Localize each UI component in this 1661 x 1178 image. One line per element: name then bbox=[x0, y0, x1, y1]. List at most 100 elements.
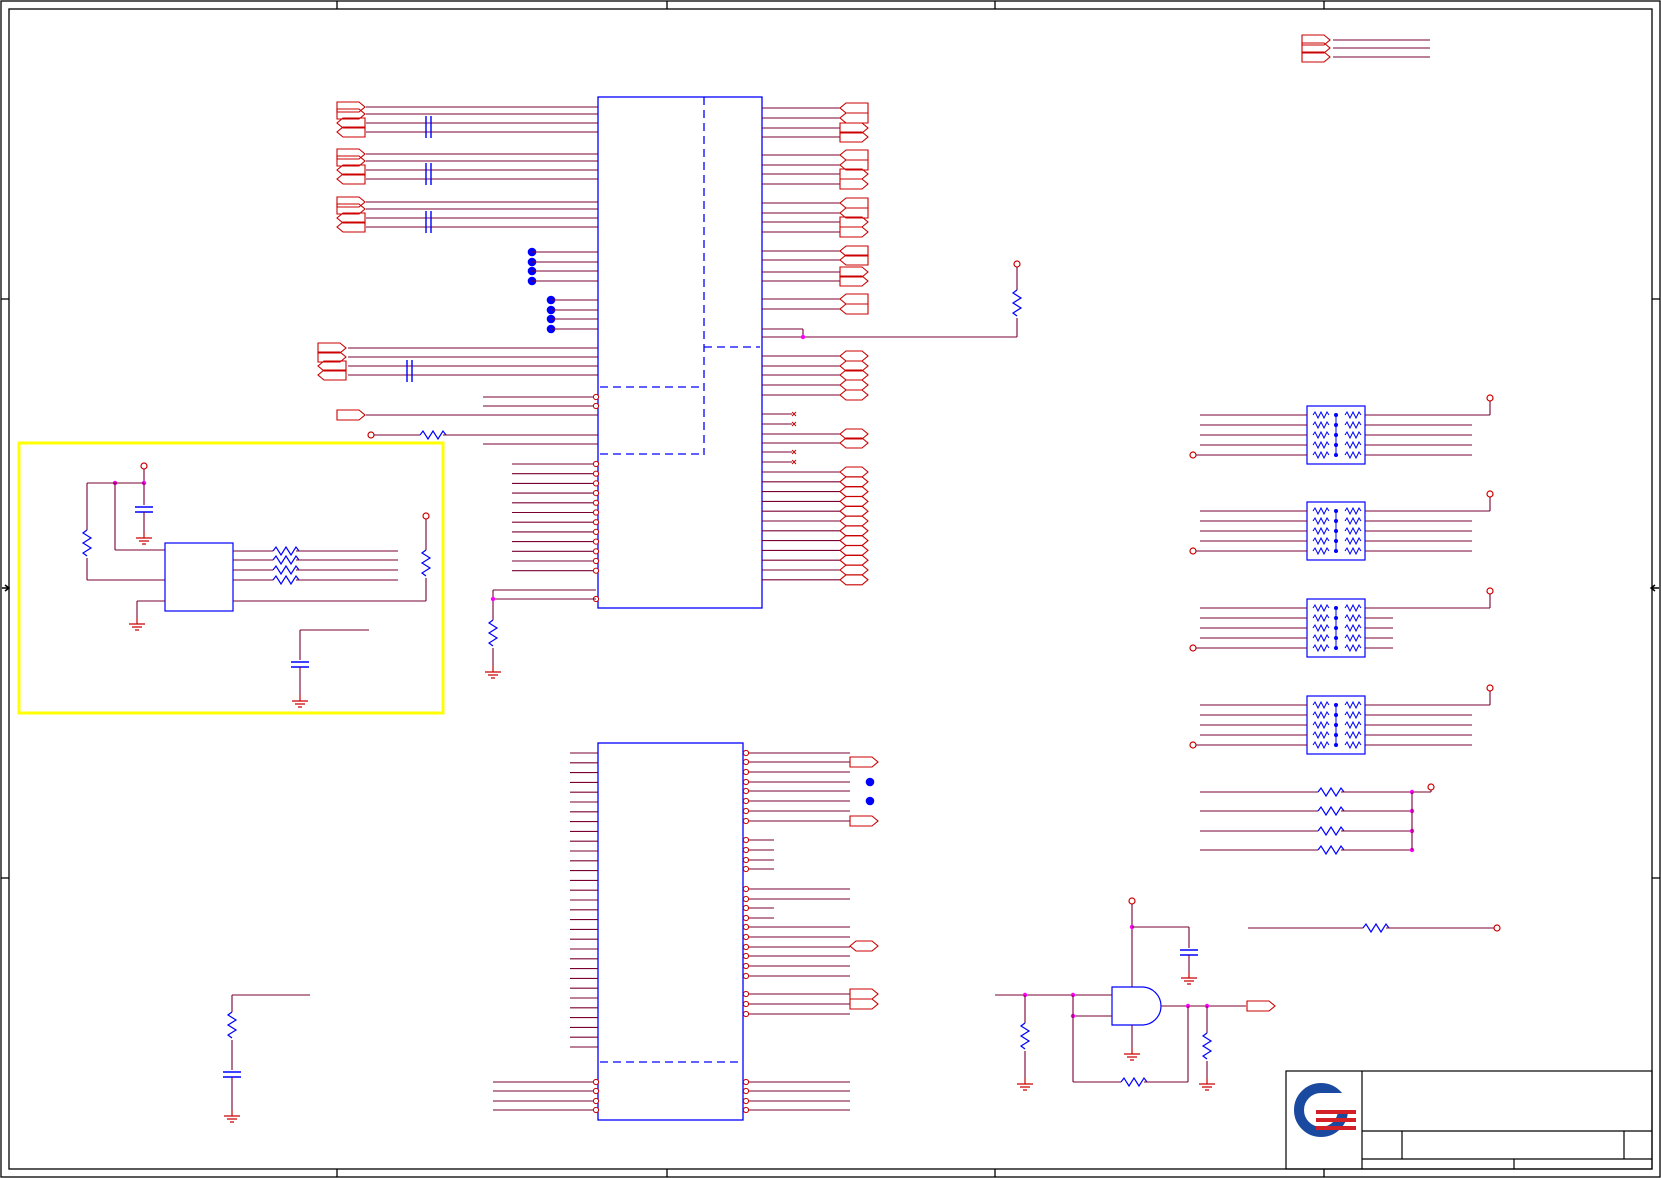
pin-bubble bbox=[742, 836, 750, 844]
resistor bbox=[226, 1011, 238, 1039]
off-page-connector bbox=[839, 379, 869, 391]
resistor bbox=[420, 549, 432, 577]
off-page-connector bbox=[839, 574, 869, 586]
pin-bubble bbox=[742, 990, 750, 998]
no-connect-x bbox=[791, 449, 797, 455]
off-page-connector bbox=[839, 178, 869, 190]
pin-bubble bbox=[592, 1078, 600, 1086]
resistor bbox=[272, 574, 300, 586]
power-terminal bbox=[140, 462, 148, 470]
power-terminal bbox=[367, 431, 375, 439]
pin-bubble bbox=[592, 509, 600, 516]
resistor bbox=[1317, 805, 1345, 817]
ic-main-upper bbox=[597, 96, 763, 609]
sheet-border bbox=[0, 0, 1661, 1178]
ground-symbol bbox=[1181, 972, 1197, 985]
pin-bubble bbox=[742, 895, 750, 903]
off-page-connector bbox=[1246, 1000, 1276, 1012]
off-page-connector bbox=[839, 149, 869, 161]
pin-bubble bbox=[592, 557, 600, 565]
and-gate bbox=[1111, 986, 1162, 1026]
schematic-sheet bbox=[0, 0, 1661, 1178]
no-connect-x bbox=[791, 459, 797, 465]
power-terminal bbox=[422, 512, 430, 520]
ground-symbol bbox=[485, 666, 501, 679]
off-page-connector bbox=[839, 564, 869, 576]
resistor bbox=[1362, 922, 1390, 934]
off-page-connector bbox=[839, 495, 869, 507]
capacitor bbox=[223, 1071, 241, 1078]
capacitor bbox=[135, 506, 153, 513]
power-terminal bbox=[1189, 644, 1197, 652]
ic-main-lower bbox=[597, 742, 744, 1121]
off-page-connector bbox=[839, 505, 869, 517]
pin-bubble bbox=[742, 933, 750, 941]
pin-bubble bbox=[592, 1087, 600, 1095]
pin-bubble bbox=[592, 1097, 600, 1105]
resistor bbox=[419, 429, 447, 441]
pin-bubble bbox=[592, 548, 600, 555]
capacitor bbox=[406, 360, 413, 382]
off-page-connector bbox=[839, 102, 869, 114]
pin-bubble bbox=[742, 778, 750, 786]
resistor bbox=[272, 564, 300, 576]
power-terminal bbox=[1013, 260, 1021, 268]
off-page-connector bbox=[839, 350, 869, 362]
power-terminal bbox=[1493, 924, 1501, 932]
pin-bubble bbox=[742, 972, 750, 980]
resistor bbox=[1019, 1022, 1031, 1050]
pin-bubble bbox=[742, 817, 750, 825]
off-page-connector bbox=[839, 226, 869, 238]
off-page-connector bbox=[849, 998, 879, 1010]
resistor bbox=[272, 545, 300, 557]
pin-bubble bbox=[592, 499, 600, 506]
resistor bbox=[1120, 1076, 1148, 1088]
pin-bubble bbox=[592, 480, 600, 487]
pin-bubble bbox=[742, 1078, 750, 1086]
no-connect-x bbox=[791, 421, 797, 427]
pin-bubble bbox=[742, 758, 750, 766]
junction-dot bbox=[490, 596, 496, 602]
off-page-connector bbox=[839, 197, 869, 209]
off-page-connector bbox=[839, 293, 869, 305]
pin-bubble bbox=[742, 797, 750, 805]
off-page-connector bbox=[839, 303, 869, 315]
capacitor bbox=[425, 163, 432, 185]
pin-bubble bbox=[592, 460, 600, 468]
pin-bubble bbox=[742, 904, 750, 912]
capacitor bbox=[425, 116, 432, 138]
pin-bubble bbox=[742, 943, 750, 951]
pin-bubble bbox=[742, 1087, 750, 1095]
pin-bubble bbox=[742, 768, 750, 776]
resistor bbox=[1011, 289, 1023, 317]
company-logo bbox=[1294, 1083, 1356, 1137]
pin-bubble bbox=[742, 865, 750, 873]
ground-symbol bbox=[1124, 1048, 1140, 1061]
pin-bubble bbox=[742, 1010, 750, 1018]
pin-bubble bbox=[742, 1097, 750, 1105]
pin-bubble bbox=[592, 538, 600, 545]
pin-bubble bbox=[592, 393, 600, 401]
pin-bubble bbox=[592, 528, 600, 536]
ground-symbol bbox=[1017, 1078, 1033, 1091]
resistor bbox=[81, 529, 93, 557]
pin-bubble bbox=[592, 490, 600, 497]
pin-bubble bbox=[742, 807, 750, 815]
off-page-connector bbox=[849, 988, 879, 1000]
off-page-connector bbox=[839, 476, 869, 488]
schematic-canvas bbox=[0, 0, 1661, 1178]
off-page-connector bbox=[849, 815, 879, 827]
no-connect-x bbox=[791, 411, 797, 417]
callout-ic bbox=[164, 542, 234, 612]
power-terminal bbox=[1189, 451, 1197, 459]
capacitor bbox=[291, 661, 309, 668]
off-page-connector bbox=[336, 409, 366, 421]
highlight-callout[interactable] bbox=[17, 441, 445, 715]
power-terminal bbox=[1486, 684, 1494, 692]
pin-bubble bbox=[742, 1000, 750, 1008]
resistor bbox=[1317, 786, 1345, 798]
power-terminal bbox=[1486, 490, 1494, 498]
pin-bubble bbox=[742, 914, 750, 922]
junction-dot bbox=[800, 334, 806, 340]
resistor bbox=[272, 554, 300, 566]
